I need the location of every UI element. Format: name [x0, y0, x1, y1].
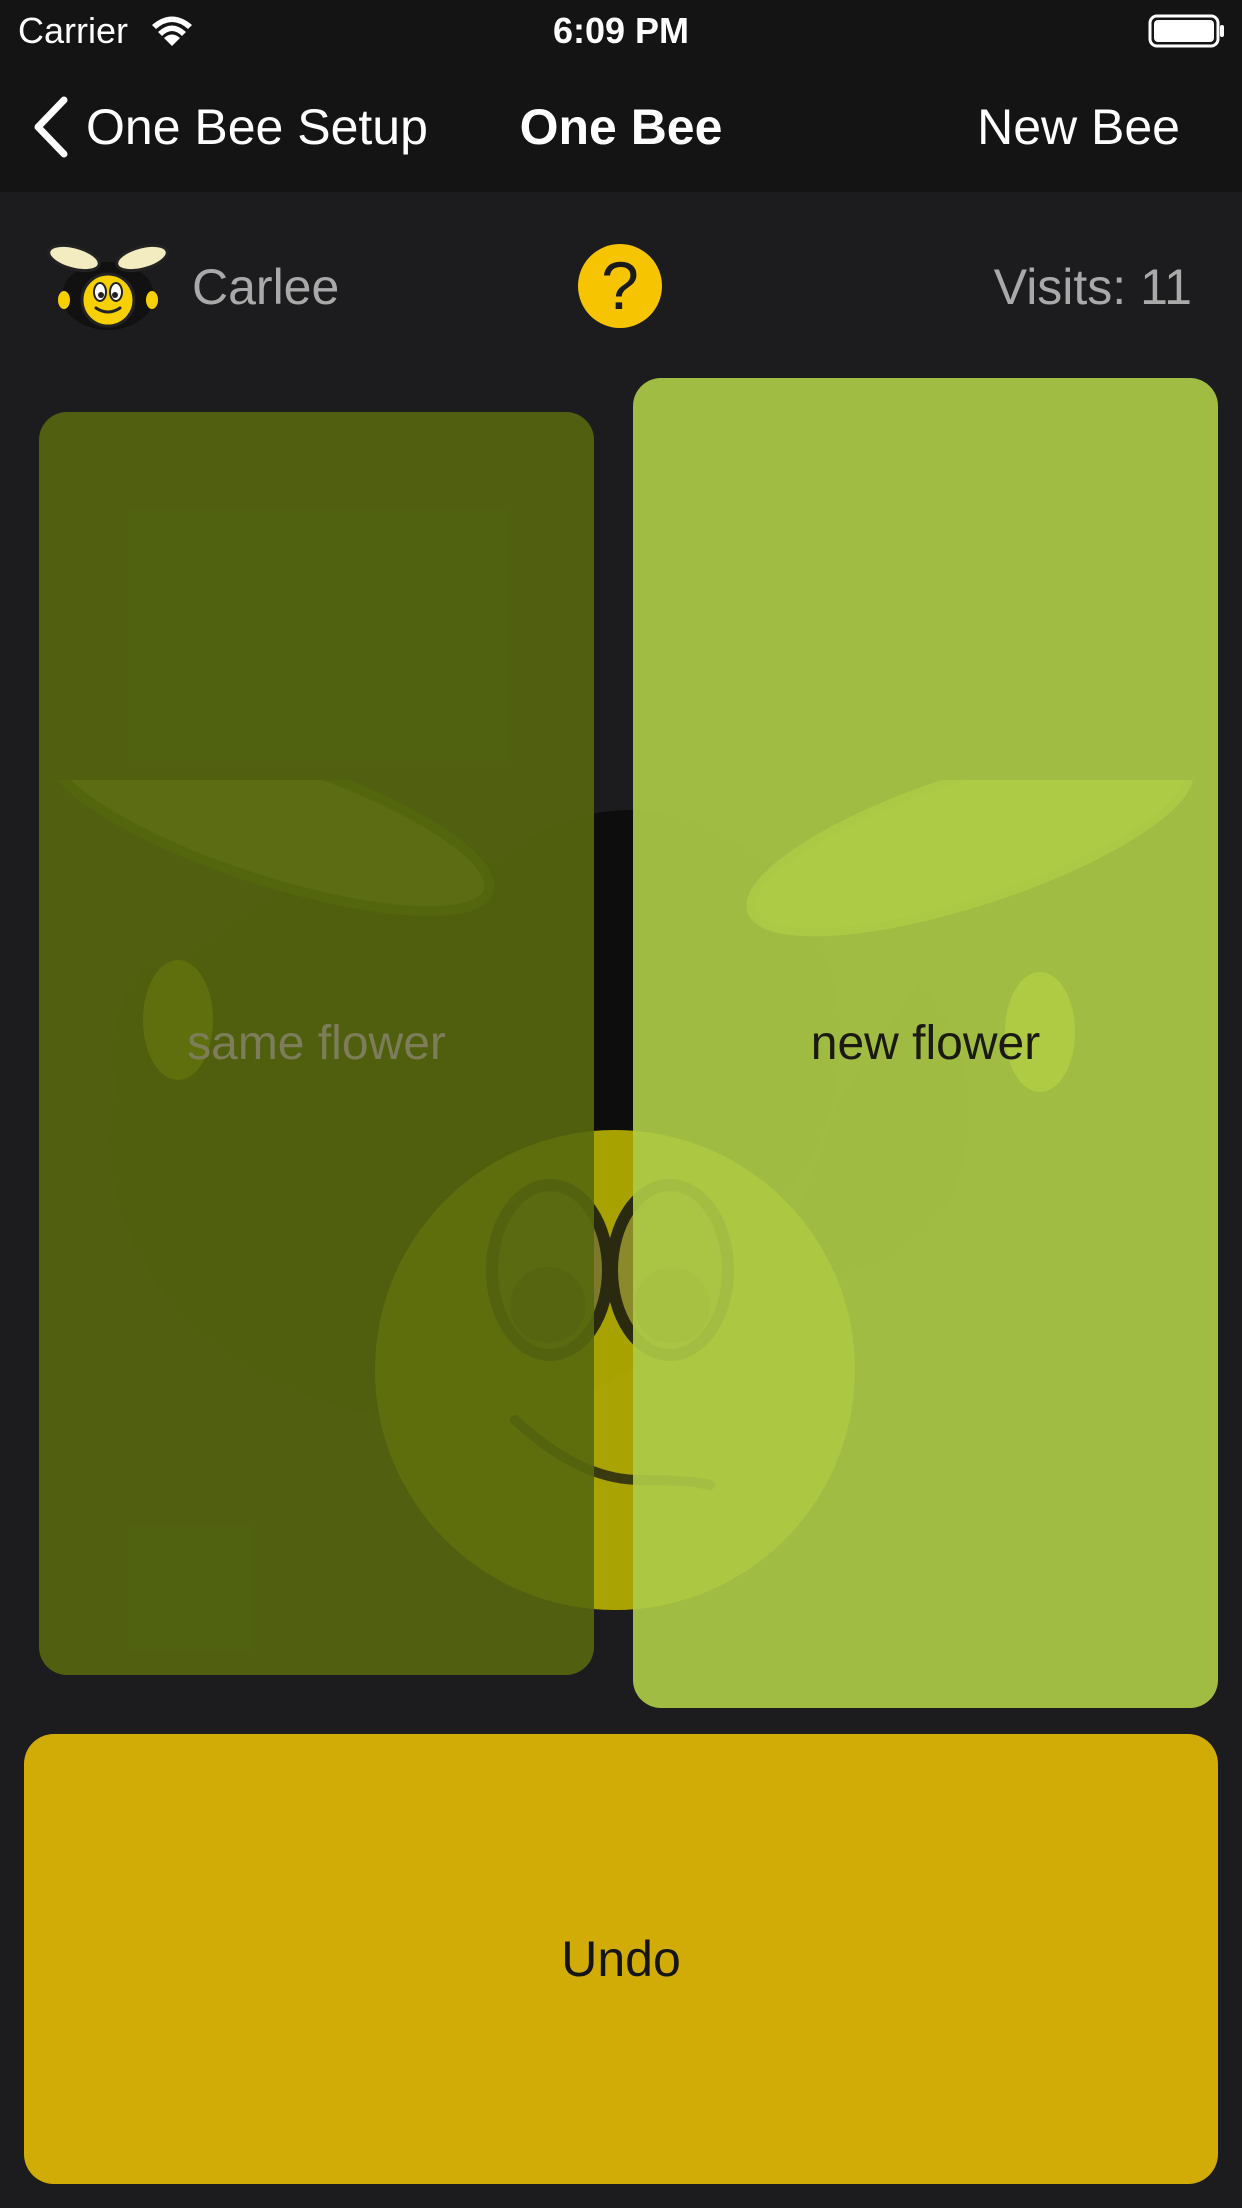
- new-bee-button[interactable]: New Bee: [977, 98, 1180, 156]
- undo-label: Undo: [561, 1931, 681, 1987]
- help-button[interactable]: ?: [578, 244, 662, 328]
- same-flower-button[interactable]: same flower: [39, 412, 594, 1675]
- screen: Carrier 6:09 PM One Bee Setup One Bee Ne…: [0, 0, 1242, 2208]
- new-flower-button[interactable]: new flower: [633, 378, 1218, 1708]
- new-flower-label: new flower: [810, 1017, 1041, 1070]
- status-bar: Carrier 6:09 PM: [0, 0, 1242, 62]
- status-time: 6:09 PM: [552, 10, 690, 51]
- undo-button[interactable]: Undo: [24, 1734, 1218, 2184]
- bee-name: Carlee: [192, 259, 340, 315]
- visits-count: Visits: 11: [993, 259, 1192, 315]
- battery-icon: [1148, 14, 1224, 48]
- navigation-bar: One Bee Setup One Bee New Bee: [0, 62, 1242, 192]
- same-flower-label: same flower: [187, 1017, 446, 1070]
- bee-icon: [47, 243, 169, 330]
